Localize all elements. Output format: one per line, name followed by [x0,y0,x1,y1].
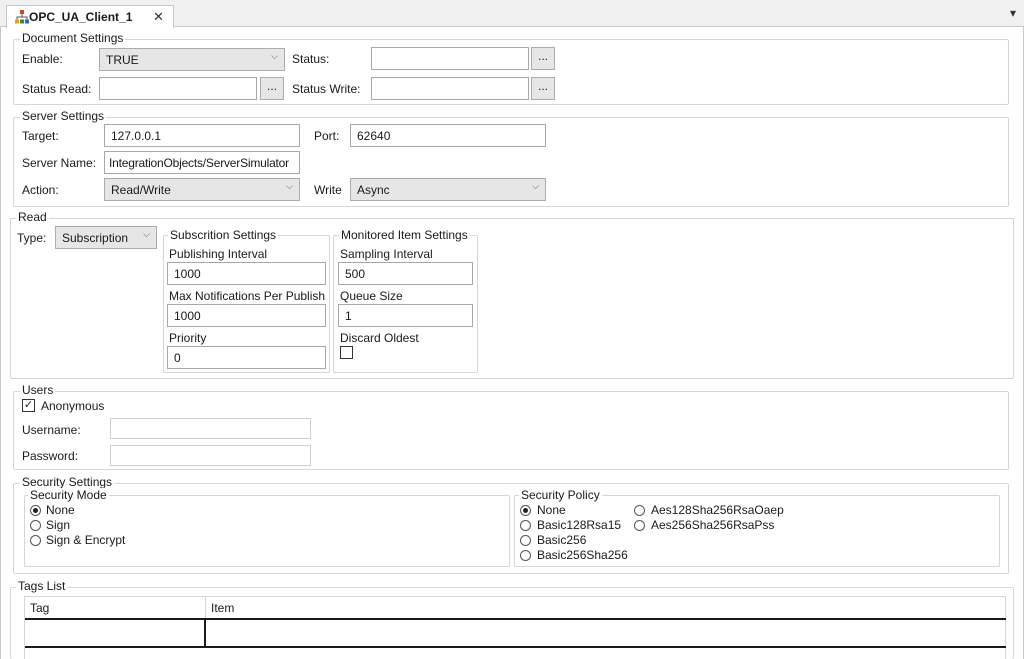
write-label: Write [314,183,342,197]
opc-client-icon [15,10,29,24]
discard-oldest-label: Discard Oldest [340,331,419,345]
priority-field[interactable]: 0 [167,346,326,369]
security-mode-group [24,495,510,567]
security-mode-title: Security Mode [28,488,109,502]
tags-list-title: Tags List [16,579,68,593]
username-label: Username: [22,423,81,437]
policy-aes128sha256rsaoaep-label: Aes128Sha256RsaOaep [651,503,784,517]
tab-overflow-icon[interactable]: ▾ [1010,6,1016,20]
publishing-interval-field[interactable]: 1000 [167,262,326,285]
security-mode-sign-label: Sign [46,518,71,532]
port-label: Port: [314,129,340,143]
chevron-down-icon: ⌵ [532,181,539,191]
policy-basic256sha256-radio[interactable] [520,550,531,561]
security-mode-sign-radio[interactable] [30,520,41,531]
chevron-down-icon: ⌵ [286,181,293,191]
discard-oldest-checkbox[interactable] [340,346,353,359]
status-write-browse-button[interactable]: ... [531,77,555,100]
sampling-interval-field[interactable]: 500 [338,262,473,285]
enable-dropdown[interactable]: TRUE ⌵ [99,48,285,71]
sampling-interval-label: Sampling Interval [340,247,433,261]
policy-basic256-label: Basic256 [537,533,587,547]
security-mode-sign-encrypt-label: Sign & Encrypt [46,533,126,547]
policy-basic256-radio[interactable] [520,535,531,546]
queue-size-field[interactable]: 1 [338,304,473,327]
write-value: Async [357,182,390,197]
status-write-field[interactable] [371,77,529,100]
publishing-interval-label: Publishing Interval [169,247,268,261]
security-mode-none-radio[interactable] [30,505,41,516]
policy-basic128rsa15-label: Basic128Rsa15 [537,518,622,532]
document-tab[interactable]: OPC_UA_Client_1 ✕ [6,5,174,28]
table-cell-divider [204,618,206,648]
subscription-settings-title: Subscrition Settings [168,228,279,242]
server-name-label: Server Name: [22,156,97,170]
action-value: Read/Write [111,182,171,197]
security-settings-title: Security Settings [20,475,115,489]
type-label: Type: [17,231,47,245]
enable-label: Enable: [22,52,63,66]
anonymous-checkbox[interactable]: ✓ [22,399,35,412]
read-type-dropdown[interactable]: Subscription ⌵ [55,226,157,249]
policy-basic128rsa15-radio[interactable] [520,520,531,531]
server-settings-title: Server Settings [20,109,107,123]
write-dropdown[interactable]: Async ⌵ [350,178,546,201]
max-notifications-label: Max Notifications Per Publish [169,289,326,303]
chevron-down-icon: ⌵ [271,51,278,61]
policy-aes256sha256rsapss-label: Aes256Sha256RsaPss [651,518,775,532]
security-policy-title: Security Policy [519,488,602,502]
anonymous-label: Anonymous [41,399,105,413]
policy-none-radio[interactable] [520,505,531,516]
tag-column-header[interactable]: Tag [25,597,205,619]
status-read-field[interactable] [99,77,257,100]
policy-basic256sha256-label: Basic256Sha256 [537,548,628,562]
max-notifications-field[interactable]: 1000 [167,304,326,327]
status-write-label: Status Write: [292,82,361,96]
password-field[interactable] [110,445,311,466]
policy-none-label: None [537,503,566,517]
status-browse-button[interactable]: ... [531,47,555,70]
table-row[interactable] [25,618,1006,648]
read-type-value: Subscription [62,230,129,245]
status-read-label: Status Read: [22,82,92,96]
security-mode-sign-encrypt-radio[interactable] [30,535,41,546]
policy-aes128sha256rsaoaep-radio[interactable] [634,505,645,516]
action-dropdown[interactable]: Read/Write ⌵ [104,178,300,201]
action-label: Action: [22,183,59,197]
read-group [10,218,1014,379]
status-read-browse-button[interactable]: ... [260,77,284,100]
monitored-item-settings-title: Monitored Item Settings [339,228,470,242]
policy-aes256sha256rsapss-radio[interactable] [634,520,645,531]
username-field[interactable] [110,418,311,439]
status-label: Status: [292,52,330,66]
users-title: Users [20,383,56,397]
password-label: Password: [22,449,79,463]
queue-size-label: Queue Size [340,289,403,303]
target-label: Target: [22,129,59,143]
target-field[interactable]: 127.0.0.1 [104,124,300,147]
priority-label: Priority [169,331,207,345]
tab-title: OPC_UA_Client_1 [29,10,133,24]
security-mode-none-label: None [46,503,75,517]
port-field[interactable]: 62640 [350,124,546,147]
chevron-down-icon: ⌵ [143,229,150,239]
server-name-field[interactable]: IntegrationObjects/ServerSimulator [104,151,300,174]
status-field[interactable] [371,47,529,70]
item-column-header[interactable]: Item [205,597,1005,619]
enable-value: TRUE [106,52,139,67]
document-settings-title: Document Settings [20,31,126,45]
close-icon[interactable]: ✕ [153,9,164,25]
read-title: Read [16,210,49,224]
